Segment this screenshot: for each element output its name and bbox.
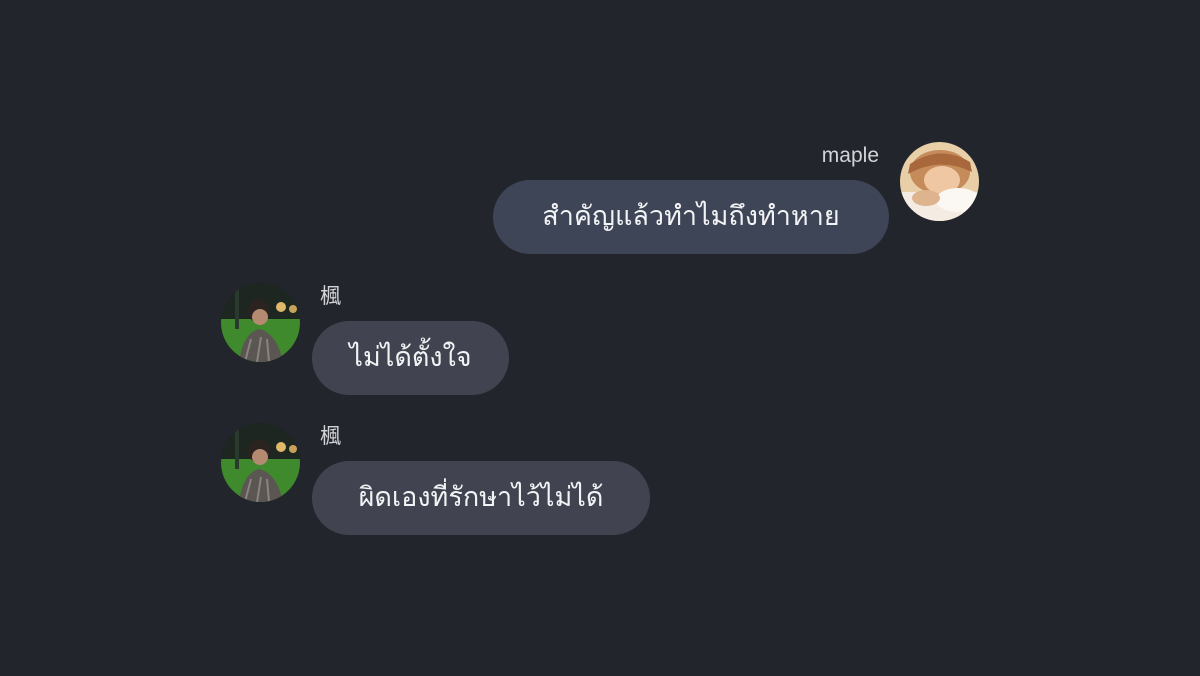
sender-name-feng: 楓 [320, 425, 341, 448]
message-bubble-incoming[interactable]: ผิดเองที่รักษาไว้ไม่ได้ [312, 461, 650, 535]
avatar-maple[interactable] [900, 142, 979, 221]
avatar-feng[interactable] [221, 423, 300, 502]
avatar-feng[interactable] [221, 283, 300, 362]
chat-area: maple สำคัญแล้วทำไมถึงทำหาย 楓 ไม่ได้ตั้ง… [0, 0, 1200, 676]
avatar-maple-photo [900, 142, 979, 221]
avatar-feng-photo [221, 283, 300, 362]
message-bubble-incoming[interactable]: ไม่ได้ตั้งใจ [312, 321, 509, 395]
sender-name-maple: maple [821, 144, 879, 167]
avatar-feng-photo [221, 423, 300, 502]
message-bubble-outgoing[interactable]: สำคัญแล้วทำไมถึงทำหาย [493, 180, 889, 254]
sender-name-feng: 楓 [320, 285, 341, 308]
